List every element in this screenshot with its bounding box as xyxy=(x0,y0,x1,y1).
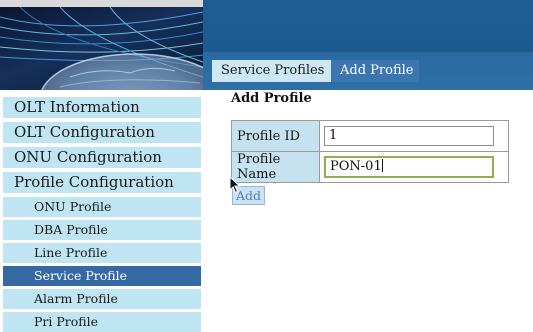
sidebar-subitem-line-profile[interactable]: Line Profile xyxy=(3,243,201,263)
form-row-profile-id: Profile ID 1 xyxy=(231,120,509,152)
sidebar-item-olt-configuration[interactable]: OLT Configuration xyxy=(3,122,201,143)
sidebar-subitem-dba-profile[interactable]: DBA Profile xyxy=(3,220,201,240)
sidebar-subitem-onu-profile[interactable]: ONU Profile xyxy=(3,197,201,217)
main-content: Service Profiles Add Profile Add Profile… xyxy=(203,60,533,327)
form-row-profile-name: Profile Name PON-01 xyxy=(231,151,509,183)
sidebar-subitem-pri-profile[interactable]: Pri Profile xyxy=(3,312,201,332)
profile-name-input[interactable]: PON-01 xyxy=(324,156,494,178)
profile-name-value: PON-01 xyxy=(330,159,382,174)
tab-add-profile[interactable]: Add Profile xyxy=(331,60,419,82)
tab-service-profiles[interactable]: Service Profiles xyxy=(212,60,331,82)
sidebar-item-profile-configuration[interactable]: Profile Configuration xyxy=(3,172,201,193)
banner-logo-image xyxy=(0,7,203,90)
banner-top-strip xyxy=(0,0,203,7)
add-profile-form: Profile ID 1 Profile Name PON-01 xyxy=(231,120,509,183)
profile-name-label: Profile Name xyxy=(231,151,320,183)
mouse-pointer-icon xyxy=(229,175,241,198)
profile-id-label: Profile ID xyxy=(231,120,320,152)
text-caret xyxy=(381,159,383,172)
sidebar-item-olt-information[interactable]: OLT Information xyxy=(3,97,201,118)
banner-blue-bar xyxy=(203,0,533,52)
profile-id-input[interactable]: 1 xyxy=(324,126,494,146)
profile-id-cell: 1 xyxy=(319,120,509,152)
sidebar: OLT Information OLT Configuration ONU Co… xyxy=(0,90,203,332)
page-title: Add Profile xyxy=(231,91,312,106)
sidebar-subitem-alarm-profile[interactable]: Alarm Profile xyxy=(3,289,201,309)
profile-name-cell: PON-01 xyxy=(319,151,509,183)
sidebar-subitem-service-profile[interactable]: Service Profile xyxy=(3,266,201,286)
sidebar-item-onu-configuration[interactable]: ONU Configuration xyxy=(3,147,201,168)
